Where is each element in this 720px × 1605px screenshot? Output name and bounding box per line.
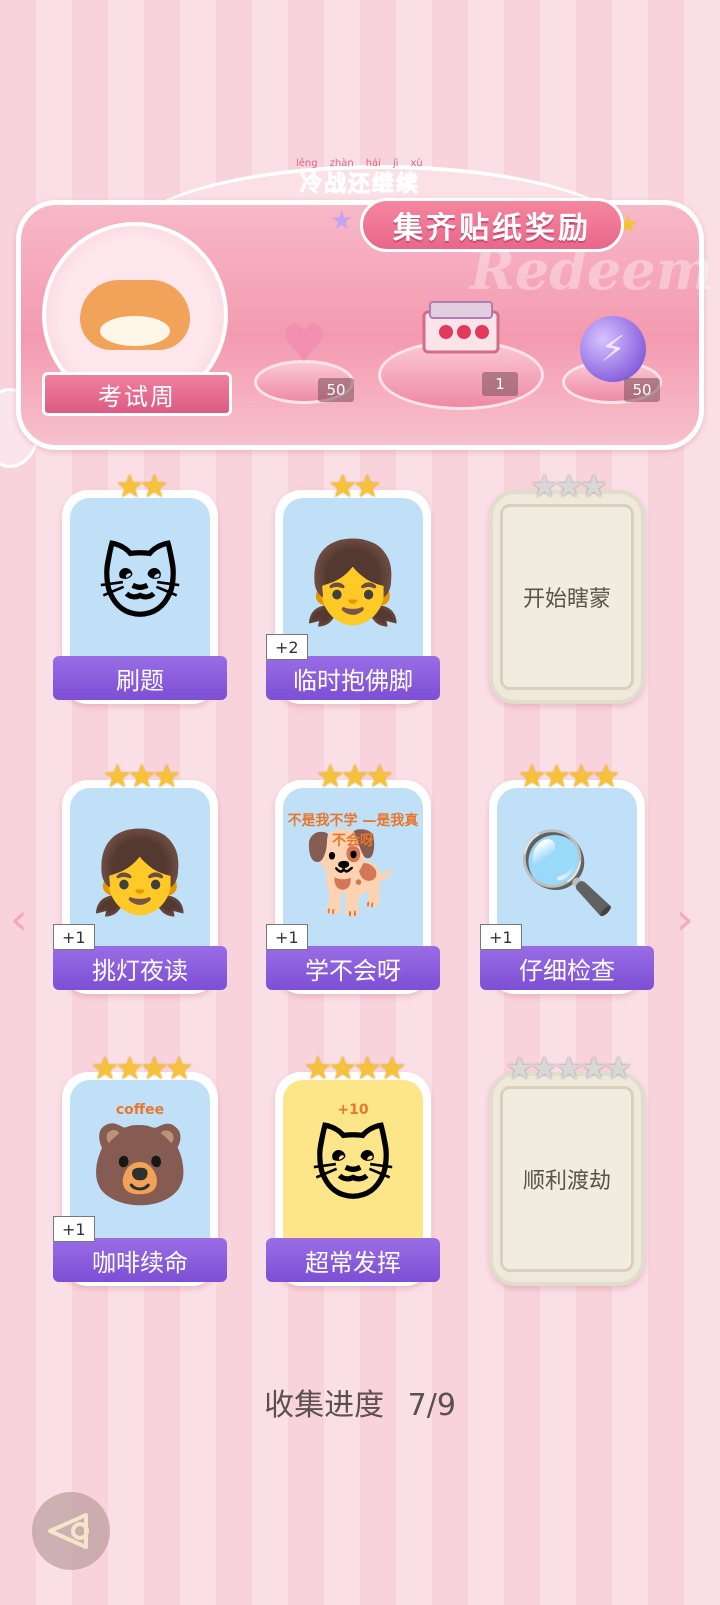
heart-gem-icon[interactable]: ♥ [268, 314, 340, 374]
sticker-caption: +10 [337, 1102, 369, 1118]
star-rating-icon: ★★★ [529, 467, 608, 505]
shiba-dog-icon [80, 280, 190, 350]
locked-sticker-label: 开始瞎蒙 [500, 504, 634, 690]
reward-count: 50 [318, 378, 354, 402]
sticker-label: 超常发挥 [266, 1238, 440, 1282]
sticker-label: 临时抱佛脚 [266, 656, 440, 700]
lightning-orb-icon[interactable]: ⚡ [580, 316, 646, 382]
star-rating-icon: ★★★★ [517, 757, 621, 795]
sticker-card[interactable]: 🐻 coffee 咖啡续命 +1 ★★★★ [53, 1049, 227, 1288]
sticker-caption: 不是我不学 —是我真不会呀 [287, 813, 419, 849]
sticker-card[interactable]: 🐱 刷题 ★★ [53, 467, 227, 706]
sticker-caption: coffee [115, 1102, 165, 1118]
sticker-card[interactable]: 开始瞎蒙 ★★★ [484, 470, 650, 706]
sticker-card[interactable]: 🐱 +10 超常发挥 ★★★★ [266, 1049, 440, 1288]
sticker-card[interactable]: 🔍 仔细检查 +1 ★★★★ [480, 757, 654, 996]
sticker-card[interactable]: 👧 挑灯夜读 +1 ★★★ [53, 757, 227, 996]
star-rating-icon: ★★★★★ [505, 1049, 632, 1087]
star-rating-icon: ★★ [115, 467, 168, 505]
star-rating-icon: ★★ [328, 467, 381, 505]
prev-page-arrow-icon[interactable]: ‹ [10, 894, 28, 945]
bonus-badge: +1 [53, 924, 95, 950]
sticker-label: 挑灯夜读 [53, 946, 227, 990]
bonus-badge: +1 [480, 924, 522, 950]
sticker-label: 咖啡续命 [53, 1238, 227, 1282]
progress-value: 7/9 [407, 1388, 456, 1423]
sticker-label: 学不会呀 [266, 946, 440, 990]
bonus-badge: +1 [266, 924, 308, 950]
locked-sticker-label: 顺利渡劫 [500, 1086, 634, 1272]
back-icon [48, 1513, 89, 1549]
sticker-label: 仔细检查 [480, 946, 654, 990]
reward-count: 1 [482, 372, 518, 396]
star-rating-icon: ★★★★ [90, 1049, 194, 1087]
event-subtitle: 冷战还继续 [299, 172, 421, 198]
sticker-card[interactable]: 顺利渡劫 ★★★★★ [484, 1052, 650, 1288]
page-title: 集齐贴纸奖励 [393, 211, 591, 246]
back-button[interactable] [32, 1492, 110, 1570]
star-decoration-icon: ★ [330, 206, 354, 236]
title-ribbon: 集齐贴纸奖励 [360, 198, 624, 252]
sticker-illustration: 🐱 +10 [283, 1080, 423, 1250]
bonus-badge: +2 [266, 634, 308, 660]
sticker-illustration: 🐱 [70, 498, 210, 668]
sticker-card[interactable]: 🐕 不是我不学 —是我真不会呀 学不会呀 +1 ★★★ [266, 757, 440, 996]
sticker-label: 刷题 [53, 656, 227, 700]
star-rating-icon: ★★★ [315, 757, 394, 795]
reward-count: 50 [624, 378, 660, 402]
theme-tag: 考试周 [42, 372, 232, 416]
next-page-arrow-icon[interactable]: › [676, 894, 694, 945]
sticker-card[interactable]: 👧 临时抱佛脚 +2 ★★ [266, 467, 440, 706]
progress-label: 收集进度 [264, 1388, 385, 1423]
star-rating-icon: ★★★★ [303, 1049, 407, 1087]
star-rating-icon: ★★★ [102, 757, 181, 795]
bonus-badge: +1 [53, 1216, 95, 1242]
gift-box-icon[interactable] [416, 294, 506, 364]
collection-progress: 收集进度 7/9 [0, 1380, 720, 1424]
